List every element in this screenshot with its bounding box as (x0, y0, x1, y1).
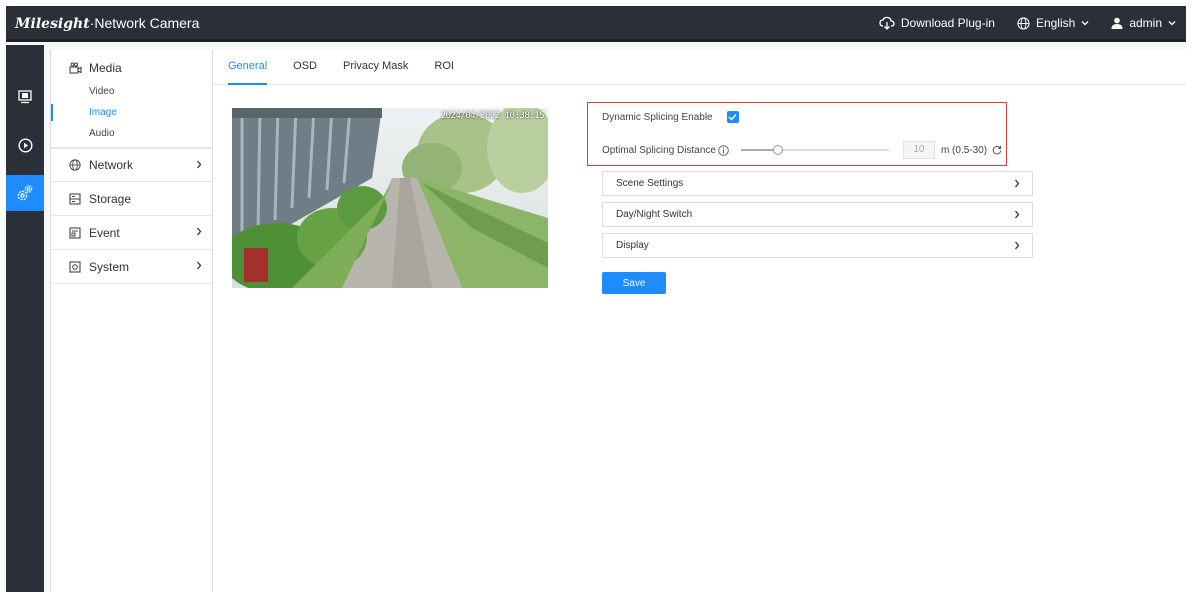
user-icon (1111, 17, 1123, 29)
save-button[interactable]: Save (602, 272, 666, 294)
sidebar-item-network[interactable]: Network (51, 148, 212, 182)
refresh-icon[interactable] (992, 145, 1002, 155)
globe-icon (1017, 16, 1030, 30)
splicing-distance-row: Optimal Splicing Distance 10 m (0.5-30) (602, 141, 1002, 159)
app-window: Milesight·Network Camera Download Plug-i… (6, 6, 1186, 592)
user-menu[interactable]: admin (1111, 16, 1176, 30)
check-icon (728, 113, 737, 121)
monitor-icon (18, 90, 32, 104)
splicing-distance-input[interactable]: 10 (902, 141, 935, 159)
brand-product: ·Network Camera (89, 15, 200, 31)
chevron-right-icon (197, 160, 202, 169)
sidebar-subitem-video[interactable]: Video (51, 81, 211, 102)
rail-settings-button[interactable] (6, 175, 44, 211)
sidebar-item-system[interactable]: System (51, 250, 212, 284)
tab-bar: General OSD Privacy Mask ROI (213, 50, 1186, 85)
brand-logo: Milesight·Network Camera (15, 15, 200, 32)
icon-rail (6, 45, 44, 592)
sidebar-section-media: Media Video Image Audio (51, 50, 222, 148)
top-bar: Milesight·Network Camera Download Plug-i… (6, 6, 1186, 42)
system-icon (69, 260, 83, 273)
scene-settings-section[interactable]: Scene Settings (602, 171, 1033, 196)
tab-osd[interactable]: OSD (293, 50, 330, 85)
rail-live-view-button[interactable] (6, 79, 44, 115)
camera-preview: 2024/04/2022 10:38:15 (232, 108, 548, 288)
dynamic-splicing-label: Dynamic Splicing Enable (602, 111, 713, 123)
event-icon (69, 226, 83, 239)
globe-icon (69, 159, 83, 171)
chevron-right-icon (1015, 179, 1020, 188)
splicing-distance-label: Optimal Splicing Distance (602, 144, 716, 156)
splicing-distance-range: m (0.5-30) (940, 144, 988, 156)
gears-icon (17, 185, 33, 201)
slider-thumb[interactable] (772, 145, 783, 155)
dynamic-splicing-checkbox[interactable] (726, 111, 739, 123)
tab-roi[interactable]: ROI (434, 50, 467, 85)
splicing-distance-slider[interactable] (740, 145, 889, 155)
main-panel: General OSD Privacy Mask ROI 2024/04/202… (213, 50, 1186, 592)
chevron-right-icon (1015, 210, 1020, 219)
sidebar-subitem-image[interactable]: Image (51, 102, 211, 123)
info-icon[interactable] (718, 144, 729, 156)
preview-timestamp: 2024/04/2022 10:38:15 (440, 111, 545, 121)
play-circle-icon (17, 137, 33, 153)
tab-general[interactable]: General (228, 50, 280, 85)
chevron-right-icon (197, 261, 202, 270)
settings-sidebar: Media Video Image Audio Network Storage … (50, 50, 222, 592)
sidebar-subitem-audio[interactable]: Audio (51, 123, 211, 144)
chevron-right-icon (197, 227, 202, 236)
storage-icon (69, 192, 83, 205)
camera-preview-image (232, 108, 548, 288)
tab-privacy-mask[interactable]: Privacy Mask (343, 50, 421, 85)
sidebar-item-storage[interactable]: Storage (51, 182, 212, 216)
rail-playback-button[interactable] (6, 127, 44, 163)
download-plugin-link[interactable]: Download Plug-in (879, 16, 995, 30)
language-dropdown[interactable]: English (1017, 16, 1089, 30)
dynamic-splicing-row: Dynamic Splicing Enable (602, 111, 739, 123)
camera-icon (69, 62, 83, 75)
day-night-switch-section[interactable]: Day/Night Switch (602, 202, 1033, 227)
chevron-down-icon (1168, 21, 1176, 26)
display-section[interactable]: Display (602, 233, 1033, 258)
sidebar-item-event[interactable]: Event (51, 216, 212, 250)
chevron-down-icon (1081, 21, 1089, 26)
download-plugin-icon (879, 16, 895, 30)
chevron-right-icon (1015, 241, 1020, 250)
